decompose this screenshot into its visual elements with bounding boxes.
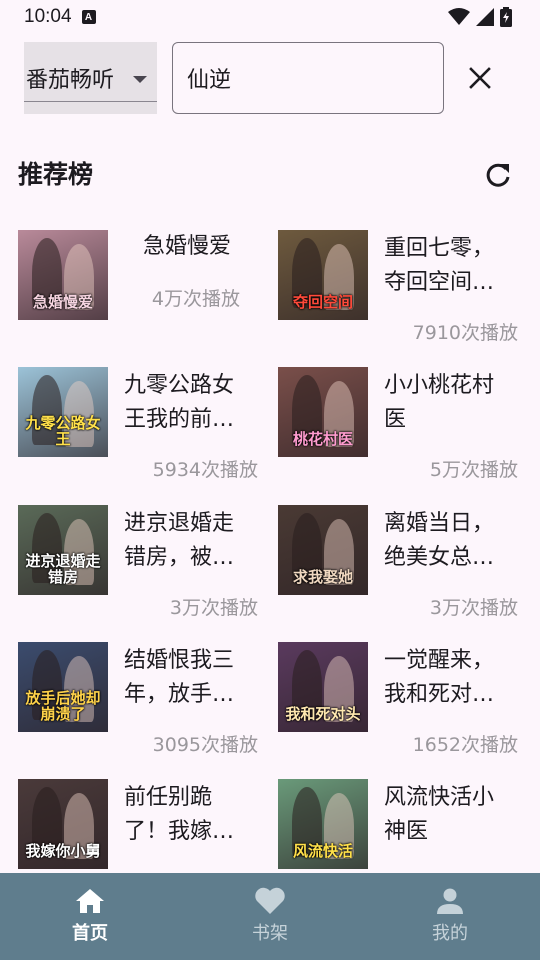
book-card[interactable]: 风流快活 风流快活小神医 (278, 779, 518, 870)
nav-home[interactable]: 首页 (0, 873, 180, 960)
book-cover: 桃花村医 (278, 367, 368, 457)
book-title: 九零公路女王我的前… (124, 373, 235, 432)
refresh-icon (486, 163, 510, 187)
book-title: 重回七零，夺回空间… (384, 236, 495, 295)
book-card[interactable]: 桃花村医 小小桃花村医 5万次播放 (278, 367, 518, 487)
book-card[interactable]: 我嫁你小舅 前任别跪了！我嫁… (18, 779, 258, 870)
play-count: 7910次播放 (412, 322, 518, 344)
play-count: 1652次播放 (412, 734, 518, 756)
recommend-header: 推荐榜 (18, 152, 518, 198)
cover-title-text: 进京退婚走错房 (25, 552, 101, 586)
book-cover: 进京退婚走错房 (18, 505, 108, 595)
book-cover: 放手后她却崩溃了 (18, 642, 108, 732)
status-icons (448, 7, 512, 27)
play-count: 5万次播放 (429, 459, 518, 481)
cover-title-text: 放手后她却崩溃了 (25, 689, 101, 723)
clear-search-button[interactable] (460, 58, 500, 98)
book-cover: 夺回空间 (278, 230, 368, 320)
book-title: 风流快活小神医 (384, 785, 495, 844)
search-row: 番茄畅听 (24, 42, 516, 114)
book-title: 一觉醒来，我和死对… (384, 648, 495, 707)
dropdown-caret-icon (133, 76, 147, 83)
book-card[interactable]: 进京退婚走错房 进京退婚走错房，被… 3万次播放 (18, 505, 258, 625)
book-title: 结婚恨我三年，放手… (124, 648, 235, 707)
book-cover: 急婚慢爱 (18, 230, 108, 320)
book-cover: 风流快活 (278, 779, 368, 869)
cover-title-text: 九零公路女王 (25, 414, 101, 448)
cover-title-text: 风流快活 (292, 842, 353, 860)
play-count: 3万次播放 (429, 597, 518, 619)
source-dropdown[interactable]: 番茄畅听 (24, 42, 157, 114)
wifi-icon (448, 8, 470, 25)
cover-title-text: 桃花村医 (292, 430, 353, 448)
nav-home-label: 首页 (72, 923, 108, 944)
book-cover: 我嫁你小舅 (18, 779, 108, 869)
cover-title-text: 夺回空间 (292, 293, 353, 311)
book-title: 前任别跪了！我嫁… (124, 785, 235, 844)
book-card[interactable]: 求我娶她 离婚当日，绝美女总… 3万次播放 (278, 505, 518, 625)
status-bar: 10:04 A (0, 0, 540, 34)
book-card[interactable]: 急婚慢爱 急婚慢爱 4万次播放 (18, 230, 258, 350)
search-input[interactable] (172, 42, 444, 114)
book-card[interactable]: 夺回空间 重回七零，夺回空间… 7910次播放 (278, 230, 518, 350)
refresh-button[interactable] (478, 155, 518, 195)
battery-icon (500, 7, 512, 27)
book-title: 小小桃花村医 (384, 373, 495, 432)
play-count: 5934次播放 (152, 459, 258, 481)
nav-bookshelf[interactable]: 书架 (180, 873, 360, 960)
book-title: 进京退婚走错房，被… (124, 511, 235, 570)
nav-bookshelf-label: 书架 (252, 923, 288, 944)
book-card[interactable]: 我和死对头 一觉醒来，我和死对… 1652次播放 (278, 642, 518, 762)
cover-title-text: 求我娶她 (292, 568, 353, 586)
person-icon (437, 888, 463, 914)
book-grid: 急婚慢爱 急婚慢爱 4万次播放 夺回空间 重回七零，夺回空间… 7910次播放 九零公路女王… (18, 230, 522, 870)
book-card[interactable]: 放手后她却崩溃了 结婚恨我三年，放手… 3095次播放 (18, 642, 258, 762)
nav-profile[interactable]: 我的 (360, 873, 540, 960)
section-title: 推荐榜 (18, 160, 94, 189)
home-icon (76, 889, 104, 913)
bottom-navigation: 首页 书架 我的 (0, 873, 540, 960)
nav-profile-label: 我的 (432, 923, 468, 944)
book-cover: 求我娶她 (278, 505, 368, 595)
book-title: 急婚慢爱 (142, 234, 231, 259)
source-dropdown-label: 番茄畅听 (26, 68, 115, 93)
dropdown-underline (24, 101, 157, 102)
signal-icon (476, 8, 494, 26)
play-count: 3095次播放 (152, 734, 258, 756)
book-cover: 我和死对头 (278, 642, 368, 732)
book-title: 离婚当日，绝美女总… (384, 511, 495, 570)
book-cover: 九零公路女王 (18, 367, 108, 457)
cover-title-text: 急婚慢爱 (32, 293, 93, 311)
notification-a-icon: A (81, 10, 96, 24)
close-icon (469, 67, 491, 89)
cover-title-text: 我嫁你小舅 (25, 842, 101, 860)
cover-title-text: 我和死对头 (285, 705, 361, 723)
status-time: 10:04 (24, 6, 72, 27)
book-card[interactable]: 九零公路女王 九零公路女王我的前… 5934次播放 (18, 367, 258, 487)
heart-icon (255, 887, 285, 914)
play-count: 4万次播放 (151, 288, 240, 310)
play-count: 3万次播放 (169, 597, 258, 619)
